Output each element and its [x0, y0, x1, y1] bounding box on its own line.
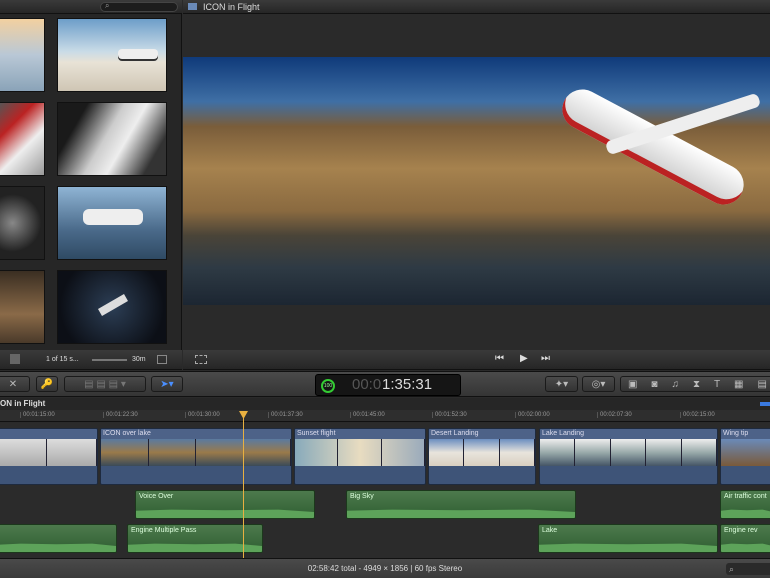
ruler-tick: 00:02:00:00	[515, 412, 550, 418]
clip-label: Sunset flight	[295, 429, 425, 439]
timecode-display: 100 00:0 1:35:31	[315, 374, 461, 396]
viewer-footer: ⏮ ▶ ⏭	[183, 350, 770, 370]
next-edit-button[interactable]: ⏭	[541, 353, 550, 364]
effects-icon[interactable]: ▣	[628, 379, 637, 390]
timeline-zoom-control[interactable]: ⌕	[726, 563, 770, 575]
clip-thumbnail[interactable]	[0, 102, 45, 176]
video-frame	[183, 57, 770, 305]
keyword-button[interactable]: 🔑	[36, 376, 58, 392]
ruler-tick: 00:01:15:00	[20, 412, 55, 418]
video-clip[interactable]: Lake Landing	[539, 428, 718, 485]
viewer-title: ICON in Flight	[203, 2, 260, 12]
timeline-title: ICON in Flight	[0, 399, 46, 408]
clip-thumbnail[interactable]	[57, 186, 167, 260]
ruler-tick: 00:01:45:00	[350, 412, 385, 418]
playhead[interactable]	[243, 412, 244, 558]
remove-button[interactable]: ✕	[0, 376, 30, 392]
audio-clip[interactable]: Air traffic cont	[720, 490, 770, 519]
fullscreen-icon[interactable]	[195, 355, 207, 364]
clip-label: Wing tip	[721, 429, 770, 439]
timeline-index-indicator	[760, 402, 770, 406]
clip-thumbnail[interactable]	[57, 270, 167, 344]
audio-clip[interactable]: Lake	[538, 524, 718, 553]
photo-icon[interactable]: ◙	[651, 379, 657, 390]
project-summary: 02:58:42 total - 4949 × 1856 | 60 fps St…	[307, 564, 463, 573]
music-icon[interactable]: ♫	[671, 379, 679, 390]
clip-label: Big Sky	[350, 493, 374, 500]
effects-browser-buttons[interactable]: ▣ ◙ ♫ ⧗ T ▦ ▤	[620, 376, 770, 392]
clip-thumbnail[interactable]	[57, 18, 167, 92]
clip-thumbnail[interactable]	[0, 270, 45, 344]
video-clip[interactable]: ICON over lake	[100, 428, 292, 485]
edit-mode-buttons[interactable]: ▤ ▤ ▤ ▾	[64, 376, 146, 392]
clip-thumbnail[interactable]	[57, 102, 167, 176]
themes-icon[interactable]: ▤	[757, 379, 766, 390]
viewer-canvas	[183, 14, 770, 350]
video-clip[interactable]	[0, 428, 98, 485]
previous-edit-button[interactable]: ⏮	[495, 353, 504, 364]
clip-label: ICON over lake	[101, 429, 291, 439]
clip-label: Engine rev	[724, 527, 758, 534]
browser-search-field[interactable]: ⌕	[100, 1, 178, 12]
percent-indicator: 100	[321, 379, 335, 393]
enhance-button[interactable]: ✦▾	[545, 376, 578, 392]
titles-icon[interactable]: T	[714, 379, 720, 390]
toolbar: ✕ 🔑 ▤ ▤ ▤ ▾ ➤▾ 100 00:0 1:35:31 ✦▾ ◎▾ ▣ ◙…	[0, 371, 770, 397]
retime-button[interactable]: ◎▾	[582, 376, 615, 392]
clip-label: Air traffic cont	[724, 493, 767, 500]
list-view-icon[interactable]	[10, 354, 20, 364]
ruler-tick: 00:01:37:30	[268, 412, 303, 418]
timecode-prefix: 00:0	[352, 376, 382, 393]
video-clip[interactable]: Wing tip	[720, 428, 770, 485]
film-icon	[188, 3, 197, 10]
audio-clip[interactable]	[0, 524, 117, 553]
clip-label: Lake Landing	[540, 429, 717, 439]
timecode-value: 1:35:31	[382, 376, 433, 393]
audio-clip[interactable]: Big Sky	[346, 490, 576, 519]
select-tool-button[interactable]: ➤▾	[151, 376, 183, 392]
airplane	[555, 82, 751, 212]
zoom-slider[interactable]	[92, 359, 127, 361]
audio-clip[interactable]: Voice Over	[135, 490, 315, 519]
audio-clip[interactable]: Engine rev	[720, 524, 770, 553]
selection-status: 1 of 15 s...	[46, 356, 79, 363]
video-clip[interactable]: Desert Landing	[428, 428, 536, 485]
browser-footer: 1 of 15 s... 30m	[0, 350, 182, 370]
timeline-header: ICON in Flight	[0, 398, 770, 410]
status-bar: 02:58:42 total - 4949 × 1856 | 60 fps St…	[0, 558, 770, 578]
clip-label: Engine Multiple Pass	[131, 527, 197, 534]
generators-icon[interactable]: ▦	[734, 379, 743, 390]
search-icon: ⌕	[105, 1, 110, 10]
viewer-header: ICON in Flight	[183, 0, 770, 14]
browser-panel	[0, 14, 182, 350]
ruler-tick: 00:01:22:30	[103, 412, 138, 418]
filmstrip-settings-icon[interactable]	[157, 355, 167, 364]
ruler-tick: 00:02:15:00	[680, 412, 715, 418]
clip-thumbnail[interactable]	[0, 18, 45, 92]
play-button[interactable]: ▶	[520, 353, 528, 364]
ruler-tick: 00:01:52:30	[432, 412, 467, 418]
transitions-icon[interactable]: ⧗	[693, 379, 700, 390]
clip-label: Voice Over	[139, 493, 174, 500]
duration-label: 30m	[132, 356, 146, 363]
clip-label: Desert Landing	[429, 429, 535, 439]
clip-thumbnail[interactable]	[0, 186, 45, 260]
ruler-tick: 00:01:30:00	[185, 412, 220, 418]
clip-label: Lake	[542, 527, 558, 534]
video-clip[interactable]: Sunset flight	[294, 428, 426, 485]
ruler-tick: 00:02:07:30	[597, 412, 632, 418]
